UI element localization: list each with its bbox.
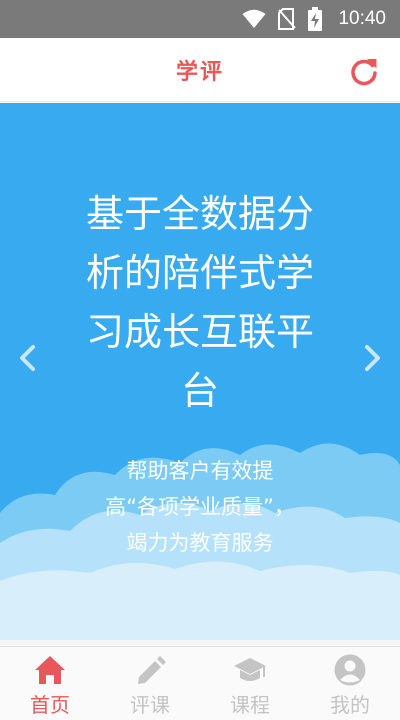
no-sim-icon [278, 8, 297, 30]
user-icon [334, 654, 366, 686]
banner-heading: 基于全数据分 析的陪伴式学 习成长互联平 台 [60, 185, 340, 421]
page-title: 学评 [175, 59, 224, 85]
chevron-left-icon[interactable] [14, 343, 42, 373]
battery-charging-icon [308, 7, 323, 31]
nav-item-home[interactable]: 首页 [0, 647, 100, 720]
nav-item-profile[interactable]: 我的 [300, 647, 400, 720]
refresh-icon[interactable] [348, 55, 380, 87]
chevron-right-icon[interactable] [358, 343, 386, 373]
app-header: 学评 [0, 38, 400, 102]
app-screen: 10:40 学评 基于全数据分 析的陪伴式学 习成长互联平 台 帮助客户有效提 … [0, 0, 400, 720]
banner-subtitle: 帮助客户有效提 高“各项学业质量”， 竭力为教育服务 [80, 453, 320, 561]
graduation-cap-icon [234, 658, 266, 681]
banner-heading-line: 基于全数据分 [85, 192, 314, 236]
pencil-icon [138, 656, 166, 684]
wifi-icon [242, 9, 266, 28]
banner-subtitle-line: 帮助客户有效提 [126, 459, 274, 483]
nav-item-review[interactable]: 评课 [100, 647, 200, 720]
banner-subtitle-line: 竭力为教育服务 [126, 531, 274, 555]
nav-label: 我的 [330, 693, 370, 717]
status-bar: 10:40 [0, 0, 400, 38]
nav-label: 评课 [130, 693, 170, 717]
banner-carousel[interactable]: 基于全数据分 析的陪伴式学 习成长互联平 台 帮助客户有效提 高“各项学业质量”… [0, 103, 400, 640]
nav-item-courses[interactable]: 课程 [200, 647, 300, 720]
home-icon [35, 656, 65, 684]
bottom-nav: 首页 评课 课程 我的 [0, 646, 400, 720]
banner-heading-line: 习成长互联平 [85, 310, 314, 354]
status-icons: 10:40 [242, 7, 386, 31]
nav-label: 课程 [230, 693, 270, 717]
banner-heading-line: 台 [180, 369, 219, 413]
banner-heading-line: 析的陪伴式学 [85, 251, 314, 295]
banner-subtitle-line: 高“各项学业质量”， [105, 495, 295, 519]
nav-label: 首页 [30, 693, 70, 717]
status-time: 10:40 [338, 8, 386, 29]
